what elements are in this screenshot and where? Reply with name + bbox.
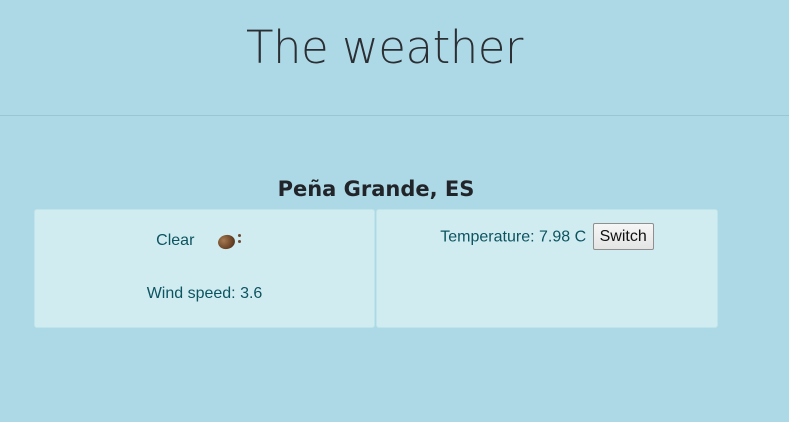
condition-row: Clear	[35, 230, 374, 252]
page-title: The weather	[246, 21, 523, 74]
condition-label: Clear	[156, 232, 195, 249]
location-name: Peña Grande, ES	[277, 177, 475, 201]
page-header: The weather	[0, 0, 789, 116]
temperature-text: Temperature: 7.98 C	[440, 228, 587, 246]
conditions-card: Clear Wind speed: 3.6	[34, 209, 375, 328]
switch-unit-button[interactable]: Switch	[592, 223, 654, 250]
temperature-card: Temperature: 7.98 C Switch	[376, 209, 718, 328]
temperature-row: Temperature: 7.98 C Switch	[377, 223, 717, 251]
weather-condition-icon	[216, 232, 243, 251]
wind-speed-text: Wind speed: 3.6	[146, 285, 263, 302]
